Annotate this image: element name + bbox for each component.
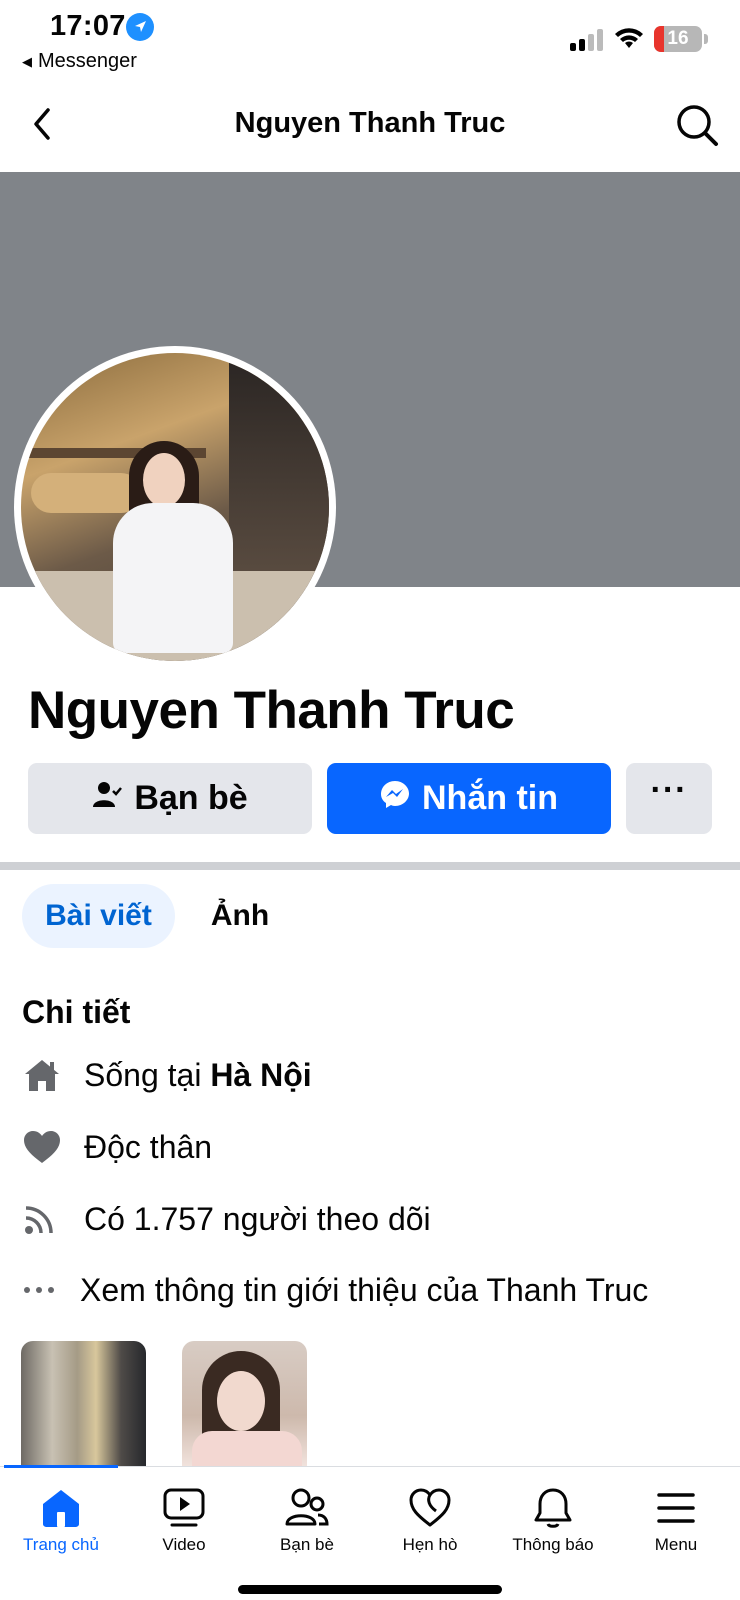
lives-city: Hà Nội (210, 1056, 312, 1093)
nav-notifications[interactable]: Thông báo (498, 1485, 608, 1555)
rss-icon (22, 1201, 84, 1237)
dating-icon (407, 1485, 453, 1531)
menu-icon (653, 1485, 699, 1531)
bell-icon (530, 1485, 576, 1531)
battery-icon: 16 (654, 26, 702, 52)
nav-video-label: Video (162, 1535, 206, 1554)
nav-notifications-label: Thông báo (512, 1535, 594, 1554)
photo-thumbnail[interactable] (21, 1341, 146, 1466)
followers-text: Có 1.757 người theo dõi (84, 1200, 431, 1237)
nav-video[interactable]: Video (129, 1485, 239, 1555)
home-icon (22, 1057, 84, 1093)
detail-followers: Có 1.757 người theo dõi (22, 1196, 431, 1242)
tab-posts[interactable]: Bài viết (22, 884, 175, 948)
ellipsis-icon (22, 1285, 80, 1295)
status-bar: 17:07 ◀ Messenger 16 (0, 0, 740, 80)
nav-friends-label: Bạn bè (280, 1535, 334, 1554)
home-icon (38, 1485, 84, 1531)
profile-avatar[interactable] (14, 346, 336, 668)
bottom-nav: Trang chủ Video Bạn bè Hẹn hò Thông báo … (0, 1465, 740, 1600)
heart-icon (22, 1129, 84, 1165)
search-icon[interactable] (674, 102, 720, 148)
nav-menu[interactable]: Menu (621, 1485, 731, 1555)
see-about-link[interactable]: Xem thông tin giới thiệu của Thanh Truc (22, 1267, 648, 1313)
video-icon (161, 1485, 207, 1531)
details-heading: Chi tiết (22, 994, 131, 1030)
back-app-label: Messenger (38, 50, 137, 72)
nav-dating[interactable]: Hẹn hò (375, 1485, 485, 1555)
nav-dating-label: Hẹn hò (402, 1535, 458, 1554)
section-divider (0, 862, 740, 870)
tab-photos[interactable]: Ảnh (205, 884, 275, 948)
detail-lives-in: Sống tại Hà Nội (22, 1052, 312, 1098)
relationship-text: Độc thân (84, 1128, 213, 1165)
lives-prefix: Sống tại (84, 1056, 211, 1093)
see-about-text: Xem thông tin giới thiệu của Thanh Truc (80, 1271, 649, 1308)
location-arrow-icon (126, 13, 154, 41)
top-header: Nguyen Thanh Truc (0, 90, 740, 170)
home-indicator (238, 1585, 502, 1594)
friends-icon (284, 1485, 330, 1531)
status-time: 17:07 (50, 10, 126, 42)
nav-home-label: Trang chủ (23, 1535, 99, 1554)
friend-check-icon (92, 779, 123, 818)
profile-name: Nguyen Thanh Truc (28, 681, 515, 740)
friends-button-label: Bạn bè (134, 779, 248, 817)
active-tab-indicator (4, 1465, 118, 1468)
photo-thumbnail[interactable] (182, 1341, 307, 1466)
detail-relationship: Độc thân (22, 1124, 212, 1170)
battery-level: 16 (667, 28, 689, 49)
message-button-label: Nhắn tin (422, 779, 558, 817)
more-options-button[interactable]: ··· (626, 763, 712, 834)
wifi-icon (612, 24, 646, 55)
message-button[interactable]: Nhắn tin (327, 763, 611, 834)
messenger-icon (380, 779, 410, 818)
header-title: Nguyen Thanh Truc (234, 107, 506, 139)
nav-friends[interactable]: Bạn bè (252, 1485, 362, 1555)
cellular-signal-icon (570, 29, 606, 51)
friends-button[interactable]: Bạn bè (28, 763, 312, 834)
back-triangle-icon: ◀ (22, 53, 32, 69)
nav-menu-label: Menu (654, 1535, 698, 1554)
nav-home[interactable]: Trang chủ (6, 1485, 116, 1555)
more-dots-icon: ··· (650, 771, 688, 809)
back-to-app-link[interactable]: ◀ Messenger (22, 50, 137, 73)
